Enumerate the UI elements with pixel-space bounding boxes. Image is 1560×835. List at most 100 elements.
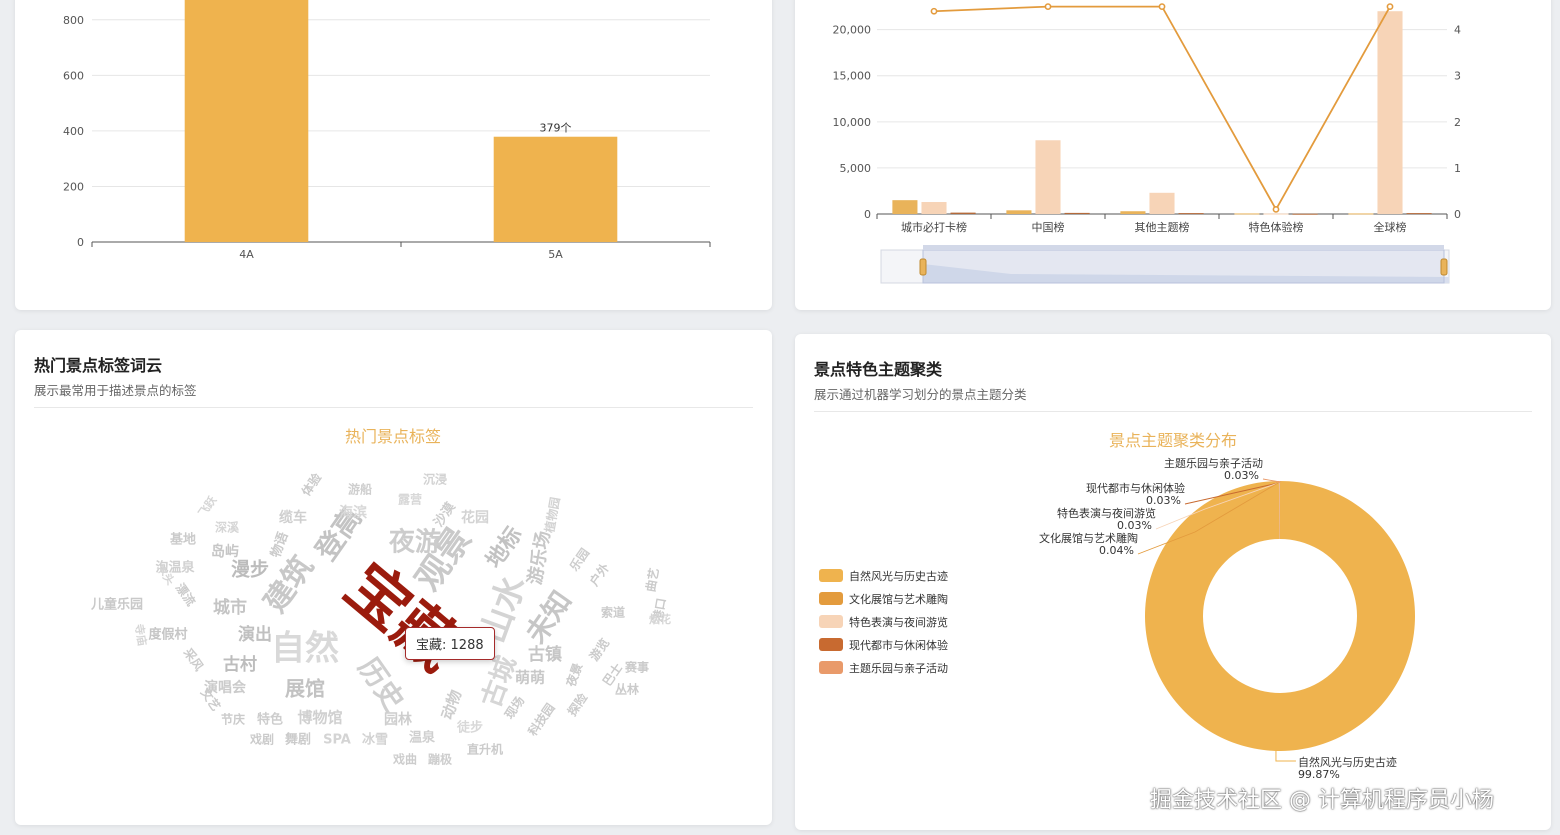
- legend-item[interactable]: 主题乐园与亲子活动: [819, 656, 948, 679]
- cloud-word[interactable]: 漂流: [173, 580, 199, 608]
- cloud-word[interactable]: 沉浸: [423, 472, 447, 487]
- bar[interactable]: [1292, 213, 1318, 215]
- cloud-word[interactable]: 直升机: [467, 742, 503, 757]
- cloud-word[interactable]: 采风: [180, 644, 207, 673]
- cloud-word[interactable]: 冰雪: [362, 732, 388, 748]
- cloud-word[interactable]: 花园: [461, 509, 489, 526]
- cloud-word[interactable]: 夜游: [388, 527, 441, 558]
- line-point[interactable]: [930, 7, 938, 15]
- cloud-word[interactable]: 动物: [438, 688, 465, 722]
- cloud-word[interactable]: 科技园: [525, 700, 558, 738]
- y-tick-label: 400: [63, 125, 84, 138]
- slice-label-value: 99.87%: [1298, 768, 1340, 781]
- cloud-word[interactable]: 烟花: [649, 612, 671, 626]
- cloud-word[interactable]: 博物馆: [297, 709, 342, 727]
- cloud-word[interactable]: 萌萌: [515, 669, 545, 687]
- cloud-word[interactable]: 温泉: [409, 730, 436, 746]
- cloud-word[interactable]: 探险: [564, 689, 591, 718]
- bar[interactable]: [493, 136, 618, 242]
- datazoom-handle[interactable]: [919, 258, 927, 276]
- cloud-word[interactable]: 舞剧: [284, 732, 311, 748]
- cloud-word[interactable]: 索道: [601, 605, 625, 620]
- cloud-word[interactable]: 展馆: [285, 677, 325, 701]
- line-point[interactable]: [1272, 205, 1280, 213]
- cloud-word[interactable]: 游船: [348, 482, 372, 497]
- datazoom-handle[interactable]: [1440, 258, 1448, 276]
- cloud-word[interactable]: 丛林: [615, 682, 639, 697]
- bar[interactable]: [1348, 213, 1374, 215]
- legend-item[interactable]: 现代都市与休闲体验: [819, 633, 948, 656]
- bar[interactable]: [1064, 212, 1090, 214]
- cloud-word[interactable]: 自然: [271, 629, 339, 669]
- cloud-word[interactable]: 度假村: [148, 627, 187, 643]
- cloud-word[interactable]: 戏剧: [249, 732, 274, 747]
- datazoom-move-bar[interactable]: [923, 245, 1444, 250]
- bar[interactable]: [892, 200, 918, 214]
- cloud-word[interactable]: 深溪: [215, 520, 240, 535]
- cloud-word[interactable]: SPA: [323, 733, 351, 748]
- x-tick-label: 城市必打卡榜: [901, 220, 967, 234]
- x-tick-label: 中国榜: [1032, 220, 1065, 234]
- bar[interactable]: [1406, 213, 1432, 215]
- legend-item[interactable]: 自然风光与历史古迹: [819, 564, 948, 587]
- bar[interactable]: [921, 202, 947, 214]
- cloud-word[interactable]: 园林: [384, 711, 412, 728]
- cloud-word[interactable]: 蹦极: [428, 752, 453, 767]
- cloud-word[interactable]: 古村: [223, 654, 257, 675]
- y-right-tick-label: 0: [1454, 208, 1461, 221]
- card-title: 热门景点标签词云: [34, 356, 163, 375]
- slice-label-name: 自然风光与历史古迹: [1298, 755, 1397, 769]
- cloud-word[interactable]: 露营: [398, 492, 422, 507]
- slice-label-name: 主题乐园与亲子活动: [1164, 456, 1263, 470]
- cloud-word[interactable]: 缆车: [279, 509, 307, 526]
- line-point[interactable]: [1386, 3, 1394, 11]
- cloud-word[interactable]: 户外: [586, 560, 612, 588]
- line-point[interactable]: [1158, 3, 1166, 11]
- bar[interactable]: [1234, 213, 1260, 215]
- tooltip-label: 宝藏: [416, 638, 443, 653]
- cloud-word[interactable]: 游乐场: [523, 529, 554, 586]
- bar-data-label: 379个: [540, 122, 572, 135]
- card-separator: [34, 407, 753, 408]
- cloud-word[interactable]: 曲艺: [643, 567, 662, 593]
- cloud-word[interactable]: 体验: [298, 469, 325, 498]
- cloud-word[interactable]: 沙漠: [431, 499, 460, 530]
- bar[interactable]: [1263, 213, 1289, 215]
- legend-item[interactable]: 特色表演与夜间游览: [819, 610, 948, 633]
- cloud-word[interactable]: 古镇: [528, 644, 562, 665]
- cloud-word[interactable]: 儿童乐园: [90, 597, 143, 613]
- bar[interactable]: [950, 212, 976, 214]
- cloud-word[interactable]: 漫步: [231, 559, 269, 581]
- cloud-word[interactable]: 地标: [481, 522, 528, 573]
- cloud-word[interactable]: 徒步: [456, 720, 483, 736]
- cloud-word[interactable]: 节庆: [221, 712, 245, 727]
- bar[interactable]: [1006, 210, 1032, 214]
- cloud-word[interactable]: 城市: [213, 597, 247, 618]
- bar[interactable]: [1120, 211, 1146, 214]
- cloud-word[interactable]: 寺庙: [132, 623, 150, 647]
- cloud-word[interactable]: 游览: [586, 635, 612, 663]
- legend-item[interactable]: 文化展馆与艺术雕陶: [819, 587, 948, 610]
- cloud-word[interactable]: 乐园: [566, 545, 592, 573]
- cloud-word[interactable]: 戏曲: [392, 752, 417, 767]
- bar[interactable]: [1149, 192, 1175, 214]
- bar[interactable]: [184, 0, 309, 243]
- cloud-word[interactable]: 演出: [238, 624, 272, 645]
- pie-chart-card: 景点特色主题聚类 展示通过机器学习划分的景点主题分类 景点主题聚类分布 自然风光与…: [795, 334, 1551, 830]
- cloud-word[interactable]: 特色: [257, 712, 283, 728]
- cloud-word[interactable]: 飞跃: [195, 493, 220, 520]
- line-point[interactable]: [1044, 3, 1052, 11]
- cloud-word[interactable]: 赛事: [624, 660, 649, 675]
- bar[interactable]: [1035, 140, 1061, 214]
- legend-label: 主题乐园与亲子活动: [849, 661, 948, 675]
- cloud-word[interactable]: 基地: [169, 532, 196, 548]
- bar-chart: 0200400600800893个4A379个5A: [63, 0, 711, 261]
- line-series: [933, 5, 1391, 212]
- cloud-word[interactable]: 岛屿: [211, 543, 239, 560]
- bar[interactable]: [1178, 213, 1204, 215]
- cloud-word[interactable]: 夜景: [563, 661, 586, 690]
- cloud-word[interactable]: 植物园: [541, 496, 562, 535]
- cloud-word[interactable]: 海滨: [339, 504, 367, 521]
- datazoom-window[interactable]: [922, 249, 1445, 284]
- bar[interactable]: [1377, 11, 1403, 214]
